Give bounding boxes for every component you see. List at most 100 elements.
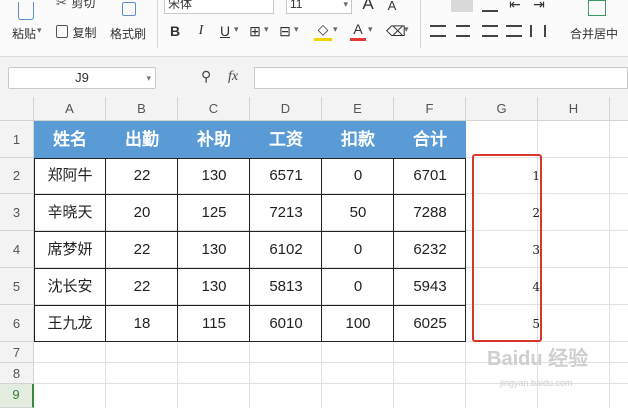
table-cell[interactable]: 6232: [394, 231, 466, 268]
underline-button[interactable]: U: [216, 21, 234, 41]
font-color-button[interactable]: A: [350, 21, 366, 41]
cut-button[interactable]: ✂ 剪切: [56, 0, 95, 12]
table-border: [34, 194, 466, 195]
table-border: [34, 158, 466, 159]
select-all-corner[interactable]: [0, 97, 34, 121]
table-cell[interactable]: 130: [178, 158, 250, 194]
formula-input[interactable]: [254, 67, 628, 89]
increase-font-button[interactable]: A: [360, 0, 376, 14]
row-header-4[interactable]: 4: [0, 231, 34, 268]
align-middle-button[interactable]: [451, 0, 473, 12]
table-cell[interactable]: 0: [322, 231, 394, 268]
table-header-cell[interactable]: 合计: [394, 121, 466, 158]
table-cell[interactable]: 50: [322, 194, 394, 231]
zoom-lookup-icon[interactable]: ⚲: [201, 68, 211, 85]
table-header-cell[interactable]: 补助: [178, 121, 250, 158]
decrease-font-button[interactable]: A: [384, 0, 400, 16]
column-header-h[interactable]: H: [538, 97, 610, 121]
table-header-cell[interactable]: 工资: [250, 121, 322, 158]
row-header-8[interactable]: 8: [0, 363, 34, 384]
eraser-dropdown-icon[interactable]: ▾: [404, 24, 409, 35]
fill-color-dropdown-icon[interactable]: ▾: [333, 24, 338, 35]
fx-button[interactable]: fx: [228, 69, 238, 85]
cell-style-dropdown-icon[interactable]: ▾: [294, 24, 299, 35]
chevron-down-icon: ▾: [343, 0, 348, 9]
table-cell[interactable]: 6010: [250, 305, 322, 342]
font-size-select[interactable]: 11 ▾: [286, 0, 352, 14]
table-header-cell[interactable]: 出勤: [106, 121, 178, 158]
indent-left-icon[interactable]: ⇤: [506, 0, 524, 14]
font-name-select[interactable]: 宋体: [164, 0, 274, 14]
font-color-dropdown-icon[interactable]: ▾: [368, 24, 373, 35]
name-box[interactable]: J9 ▾: [8, 67, 156, 89]
table-header-cell[interactable]: 姓名: [34, 121, 106, 158]
column-header-b[interactable]: B: [106, 97, 178, 121]
table-cell[interactable]: 20: [106, 194, 178, 231]
table-cell[interactable]: 6102: [250, 231, 322, 268]
table-cell[interactable]: 130: [178, 268, 250, 305]
align-center-button[interactable]: [456, 25, 470, 37]
table-cell[interactable]: 7213: [250, 194, 322, 231]
row-header-6[interactable]: 6: [0, 305, 34, 342]
table-cell[interactable]: 6571: [250, 158, 322, 194]
column-header-d[interactable]: D: [250, 97, 322, 121]
table-cell[interactable]: 0: [322, 268, 394, 305]
table-cell[interactable]: 125: [178, 194, 250, 231]
table-cell[interactable]: 席梦妍: [34, 231, 106, 268]
table-cell[interactable]: 6701: [394, 158, 466, 194]
table-cell[interactable]: 5813: [250, 268, 322, 305]
format-painter-label: 格式刷: [110, 27, 147, 41]
column-header-a[interactable]: A: [34, 97, 106, 121]
align-right-button[interactable]: [482, 25, 498, 37]
watermark-logo: Baidu 经验: [487, 348, 589, 370]
row-header-1[interactable]: 1: [0, 121, 34, 158]
italic-button[interactable]: I: [192, 21, 210, 41]
indent-right-icon[interactable]: ⇥: [530, 0, 548, 14]
table-cell[interactable]: 22: [106, 231, 178, 268]
table-cell[interactable]: 郑阿牛: [34, 158, 106, 194]
row-header-9[interactable]: 9: [0, 384, 34, 408]
eraser-icon[interactable]: ⌫: [386, 21, 406, 41]
border-icon[interactable]: ⊞: [246, 21, 264, 41]
table-cell[interactable]: 辛晓天: [34, 194, 106, 231]
align-left-button[interactable]: [430, 25, 446, 37]
table-cell[interactable]: 沈长安: [34, 268, 106, 305]
align-top-button[interactable]: [430, 0, 446, 12]
row-header-3[interactable]: 3: [0, 194, 34, 231]
table-cell[interactable]: 130: [178, 231, 250, 268]
copy-label: 复制: [72, 26, 97, 40]
border-dropdown-icon[interactable]: ▾: [264, 24, 269, 35]
table-cell[interactable]: 115: [178, 305, 250, 342]
align-bottom-button[interactable]: [482, 0, 498, 12]
row-header-5[interactable]: 5: [0, 268, 34, 305]
table-cell[interactable]: 18: [106, 305, 178, 342]
fill-color-icon[interactable]: ◇: [314, 21, 332, 41]
table-border: [34, 158, 35, 342]
format-painter-button[interactable]: 格式刷: [110, 0, 150, 52]
cell-style-icon[interactable]: ⊟: [276, 21, 294, 41]
underline-dropdown-icon[interactable]: ▾: [234, 24, 239, 35]
table-cell[interactable]: 100: [322, 305, 394, 342]
row-header-7[interactable]: 7: [0, 342, 34, 363]
table-cell[interactable]: 7288: [394, 194, 466, 231]
table-cell[interactable]: 6025: [394, 305, 466, 342]
row-header-2[interactable]: 2: [0, 158, 34, 194]
column-header-i[interactable]: [610, 97, 628, 121]
table-header-cell[interactable]: 扣款: [322, 121, 394, 158]
copy-button[interactable]: 复制: [56, 24, 96, 42]
table-cell[interactable]: 22: [106, 158, 178, 194]
column-header-f[interactable]: F: [394, 97, 466, 121]
column-header-c[interactable]: C: [178, 97, 250, 121]
justify-button[interactable]: [506, 25, 522, 37]
table-cell[interactable]: 0: [322, 158, 394, 194]
column-header-g[interactable]: G: [466, 97, 538, 121]
distribute-button[interactable]: [530, 25, 546, 37]
gridline: [609, 121, 610, 408]
table-cell[interactable]: 王九龙: [34, 305, 106, 342]
column-header-e[interactable]: E: [322, 97, 394, 121]
table-cell[interactable]: 5943: [394, 268, 466, 305]
paste-button[interactable]: 粘贴 ▾: [10, 0, 46, 52]
table-cell[interactable]: 22: [106, 268, 178, 305]
bold-button[interactable]: B: [166, 21, 184, 41]
merge-center-button[interactable]: 合并居中: [566, 0, 628, 52]
